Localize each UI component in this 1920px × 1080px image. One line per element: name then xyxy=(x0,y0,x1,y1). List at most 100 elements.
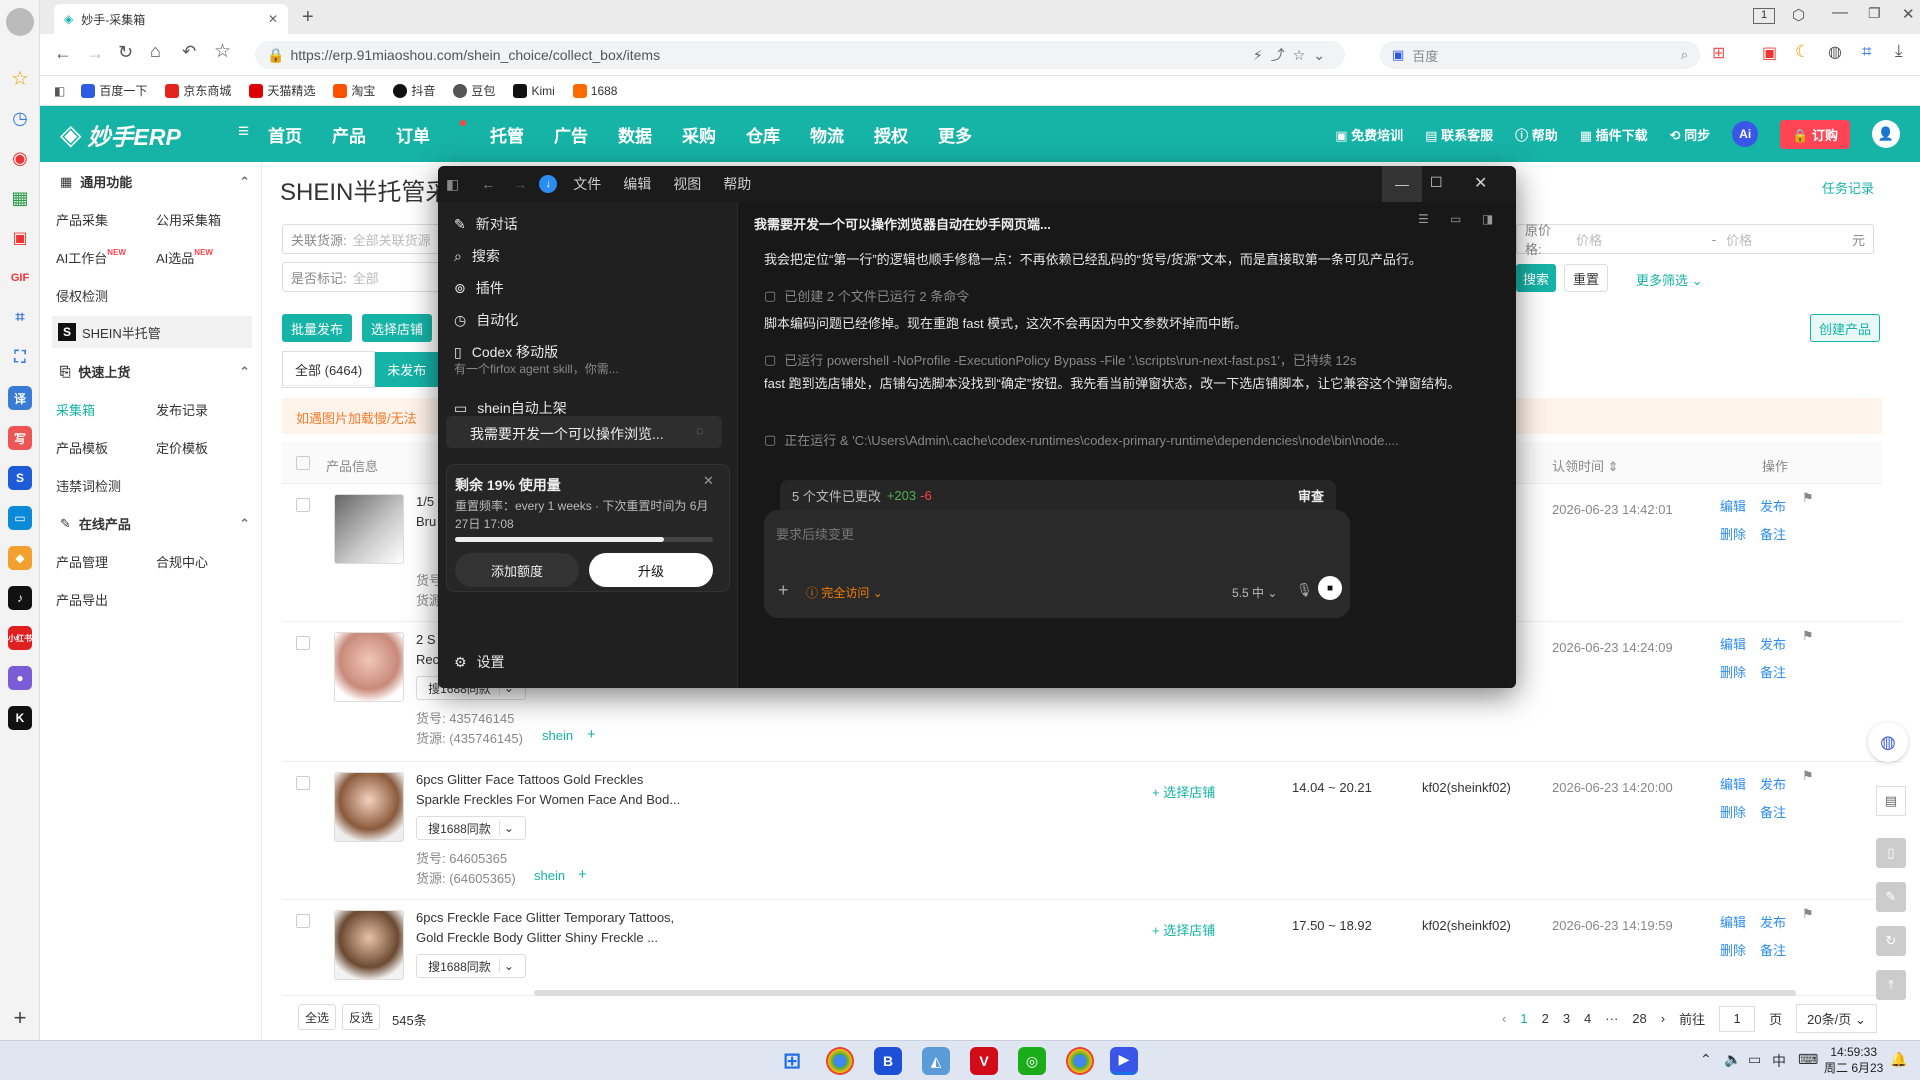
bookmark[interactable]: 京东商城 xyxy=(165,82,231,99)
edit-link[interactable]: 编辑 xyxy=(1720,634,1746,653)
sidebar-item-ai-select[interactable]: AI选品NEW xyxy=(156,248,213,267)
home-icon[interactable]: ⌂ xyxy=(150,41,161,62)
bookmark[interactable]: 淘宝 xyxy=(333,82,375,99)
new-chat-item[interactable]: ✎ 新对话 xyxy=(454,214,518,234)
nav-order[interactable]: 订单 xyxy=(396,119,466,147)
bookmark[interactable]: Kimi xyxy=(513,83,555,98)
flag-icon[interactable]: ⚑ xyxy=(1802,490,1814,506)
app-icon[interactable]: ◆ xyxy=(8,546,32,570)
sidebar-item-banned-words[interactable]: 违禁词检测 xyxy=(56,476,121,495)
page-last[interactable]: 28 xyxy=(1632,1011,1646,1026)
back-icon[interactable]: ← xyxy=(54,43,72,64)
sidebar-toggle-icon[interactable]: ◧ xyxy=(446,176,459,193)
crop-ext-icon[interactable]: ⌗ xyxy=(1862,42,1872,62)
codex-taskbar-icon[interactable]: ▶ xyxy=(1110,1047,1138,1075)
sidebar-item-collect[interactable]: 产品采集 xyxy=(56,210,108,229)
app-icon[interactable]: ● xyxy=(8,666,32,690)
panel-icon[interactable]: ◨ xyxy=(1482,212,1493,226)
wechat-icon[interactable]: ◎ xyxy=(1018,1047,1046,1075)
page-4[interactable]: 4 xyxy=(1584,1011,1591,1026)
row-checkbox[interactable] xyxy=(296,776,310,790)
restore-icon[interactable]: ❐ xyxy=(1868,5,1881,22)
delete-link[interactable]: 删除 xyxy=(1720,802,1746,821)
select-all-checkbox[interactable] xyxy=(296,456,310,470)
pdf-ext-icon[interactable]: ▣ xyxy=(1762,43,1777,63)
automation-item[interactable]: ◷ 自动化 xyxy=(454,310,518,330)
nav-auth[interactable]: 授权 xyxy=(874,122,908,147)
sidebar-item-infringe[interactable]: 侵权检测 xyxy=(56,286,108,305)
sidebar-item-compliance[interactable]: 合规中心 xyxy=(156,552,208,571)
group-common[interactable]: ▦ 通用功能 ⌃ xyxy=(60,172,250,191)
app-icon[interactable]: S xyxy=(8,466,32,490)
sidebar-item-collect-box[interactable]: 采集箱 xyxy=(56,400,95,419)
row-checkbox[interactable] xyxy=(296,914,310,928)
gif-icon[interactable]: GIF xyxy=(8,266,32,290)
product-title[interactable]: 2 S xyxy=(416,632,436,647)
notification-icon[interactable]: 🔔 xyxy=(1890,1051,1907,1068)
back-icon[interactable]: ← xyxy=(481,176,495,192)
note-link[interactable]: 备注 xyxy=(1760,662,1786,681)
access-select[interactable]: ⓘ 完全访问 ⌄ xyxy=(806,584,883,601)
close-icon[interactable]: ✕ xyxy=(1474,173,1487,193)
translate-icon[interactable]: 译 xyxy=(8,386,32,410)
chrome-icon[interactable] xyxy=(826,1047,854,1075)
doc-tool-icon[interactable]: ▤ xyxy=(1876,786,1906,816)
add-icon[interactable]: + xyxy=(578,866,587,883)
sidebar-item-shein[interactable]: S SHEIN半托管 xyxy=(52,316,252,348)
network-icon[interactable]: ▭ xyxy=(1748,1051,1761,1068)
bookmark[interactable]: 1688 xyxy=(572,83,617,98)
hidden-thread[interactable]: 有一个firfox agent skill，你需... xyxy=(454,360,619,377)
publish-link[interactable]: 发布 xyxy=(1760,634,1786,653)
mobile-tool-icon[interactable]: ▯ xyxy=(1876,838,1906,868)
download-icon[interactable]: ⤓ xyxy=(1895,41,1903,61)
nav-hosting[interactable]: 托管 xyxy=(490,122,524,147)
sidebar-item-ai-workbench[interactable]: AI工作台NEW xyxy=(56,248,126,267)
nav-purchase[interactable]: 采购 xyxy=(682,122,716,147)
search-1688-button[interactable]: 搜1688同款 ⌄ xyxy=(416,954,526,978)
sidebar-toggle-icon[interactable]: ◧ xyxy=(54,84,65,98)
chrome-icon[interactable] xyxy=(1066,1047,1094,1075)
close-window-icon[interactable]: ✕ xyxy=(1902,5,1915,23)
delete-link[interactable]: 删除 xyxy=(1720,940,1746,959)
plugins-item[interactable]: ⊚ 插件 xyxy=(454,278,504,298)
status-line[interactable]: ▢ 已创建 2 个文件已运行 2 条命令 xyxy=(764,286,1484,305)
windows-start-icon[interactable]: ⊞ xyxy=(778,1047,806,1075)
changes-bar[interactable]: 5 个文件已更改 +203 -6 审查 xyxy=(780,480,1336,510)
pdf-icon[interactable]: ▣ xyxy=(8,226,32,250)
hamburger-icon[interactable]: ≡ xyxy=(238,121,249,143)
project-item[interactable]: ▭ shein自动上架 xyxy=(454,398,567,418)
browser-tab[interactable]: ◈ 妙手-采集箱 ✕ xyxy=(54,4,288,34)
sidebar-item-product-template[interactable]: 产品模板 xyxy=(56,438,108,457)
more-filter-link[interactable]: 更多筛选 ⌄ xyxy=(1636,270,1703,289)
url-actions-icon[interactable]: ⚡⤴☆⌄ xyxy=(1253,45,1333,65)
close-icon[interactable]: ✕ xyxy=(703,473,714,489)
plugin-link[interactable]: ▦ 插件下载 xyxy=(1580,125,1648,144)
select-all-button[interactable]: 全选 xyxy=(298,1004,336,1030)
clock[interactable]: 14:59:33 周二 6月23 xyxy=(1824,1044,1883,1076)
moon-icon[interactable]: ☾ xyxy=(1795,42,1810,62)
settings-item[interactable]: ⚙ 设置 xyxy=(454,652,505,672)
robot-ext-icon[interactable]: ◍ xyxy=(1828,42,1842,62)
filter-price[interactable]: 原价格: 价格 - 价格 元 xyxy=(1516,223,1874,257)
sidebar-item-publish-log[interactable]: 发布记录 xyxy=(156,400,208,419)
upgrade-button[interactable]: 升级 xyxy=(589,553,713,587)
update-icon[interactable]: ↓ xyxy=(539,175,558,193)
review-button[interactable]: 审查 xyxy=(1298,486,1324,505)
more-pages-icon[interactable]: ··· xyxy=(1605,1011,1618,1026)
tiktok-icon[interactable]: ♪ xyxy=(8,586,32,610)
bookmark[interactable]: 百度一下 xyxy=(81,82,147,99)
ai-button[interactable]: Ai xyxy=(1732,121,1759,147)
record-icon[interactable]: ◉ xyxy=(8,146,32,170)
menu-edit[interactable]: 编辑 xyxy=(623,174,651,194)
url-field[interactable]: 🔒 https://erp.91miaoshou.com/shein_choic… xyxy=(255,41,1345,69)
status-line[interactable]: ▢ 已运行 powershell -NoProfile -ExecutionPol… xyxy=(764,350,1484,369)
model-select[interactable]: 5.5 中 ⌄ xyxy=(1232,584,1277,601)
favorite-icon[interactable]: ☆ xyxy=(214,40,231,63)
search-icon[interactable]: ⌕ xyxy=(1681,47,1688,63)
search-1688-button[interactable]: 搜1688同款 ⌄ xyxy=(416,816,526,840)
product-title[interactable]: 6pcs Freckle Face Glitter Temporary Tatt… xyxy=(416,910,674,925)
nav-logistics[interactable]: 物流 xyxy=(810,122,844,147)
product-thumbnail[interactable] xyxy=(334,772,404,842)
reload-icon[interactable]: ↻ xyxy=(118,42,133,63)
add-icon[interactable]: + xyxy=(8,1005,32,1030)
